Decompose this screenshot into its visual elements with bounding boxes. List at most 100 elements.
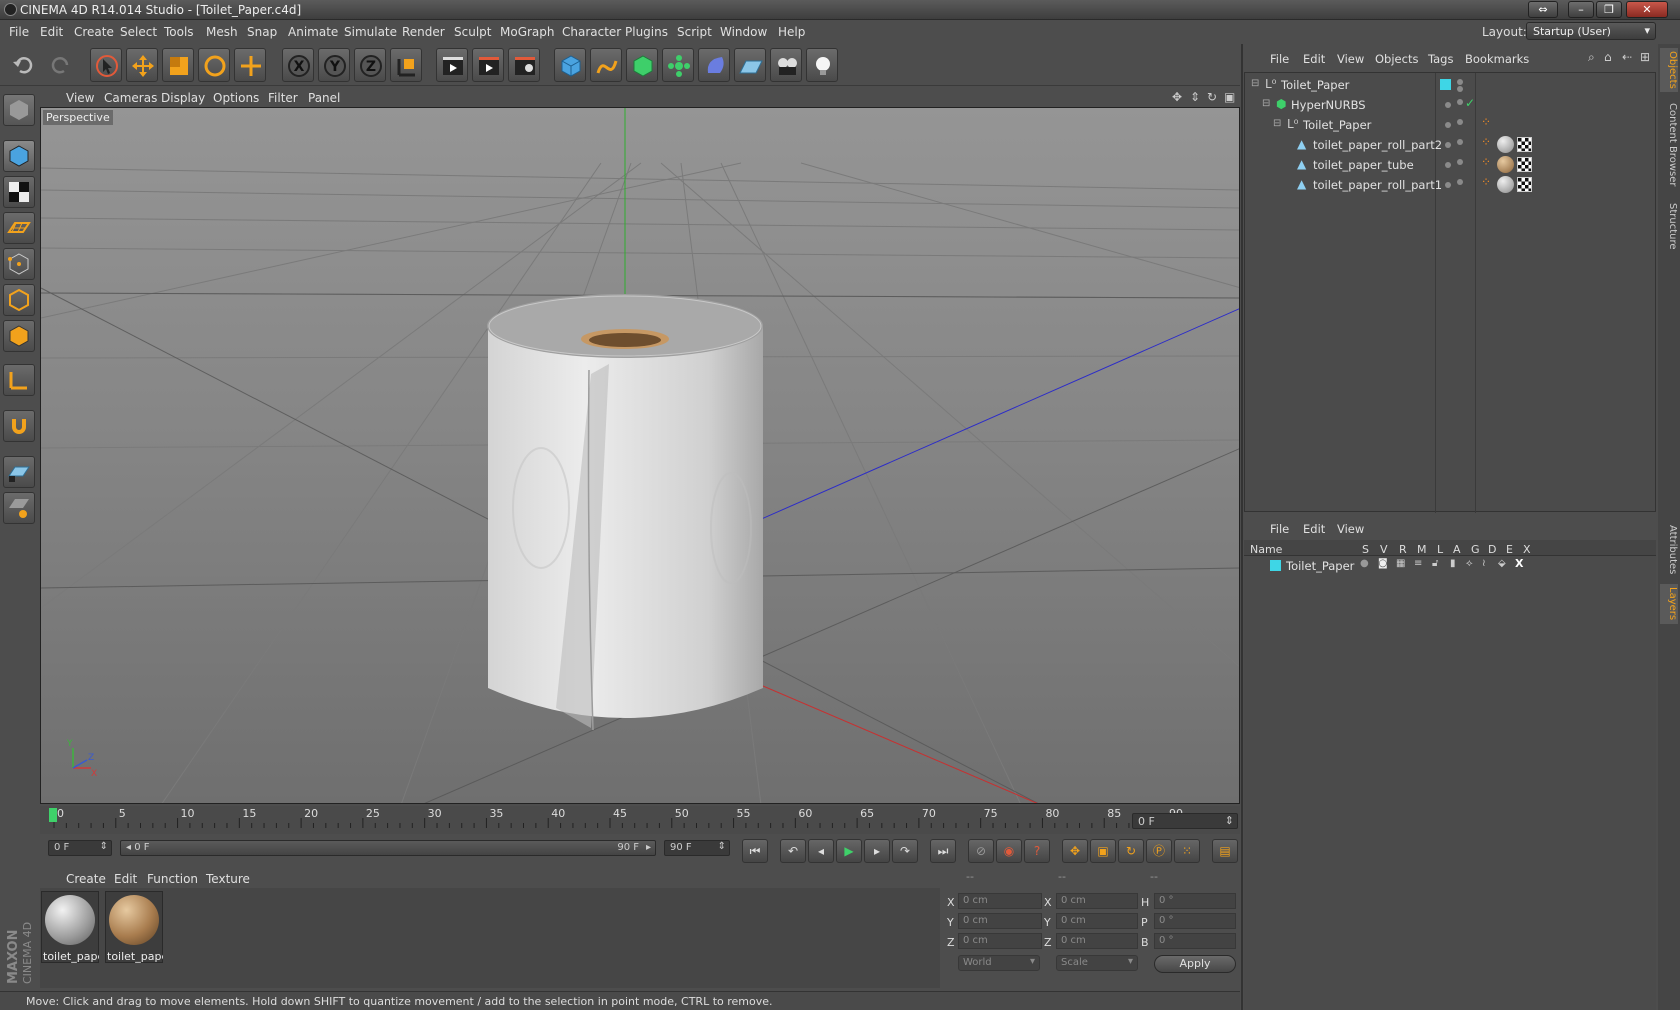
- play-button[interactable]: ▶: [836, 839, 862, 863]
- lm-menu-view[interactable]: View: [1337, 522, 1364, 536]
- expressions-toggle-icon[interactable]: ⬙: [1498, 558, 1506, 569]
- om-menu-view[interactable]: View: [1337, 52, 1364, 66]
- render-visibility-dot[interactable]: [1457, 159, 1463, 165]
- go-to-start-button[interactable]: ⏮: [742, 839, 768, 863]
- lm-menu-edit[interactable]: Edit: [1303, 522, 1325, 536]
- z-axis-lock-button[interactable]: Z: [354, 48, 386, 82]
- manager-toggle-icon[interactable]: ≡: [1414, 558, 1422, 569]
- restore-layout-button[interactable]: ⇔: [1528, 1, 1558, 18]
- add-deformer-button[interactable]: [698, 48, 730, 82]
- layer-row[interactable]: Toilet_Paper ● ◙ ▦ ≡ 🔓︎ ▮ ⟡ ≀ ⬙ X: [1244, 556, 1656, 576]
- autokeying-button[interactable]: ◉: [996, 839, 1022, 863]
- render-to-picture-viewer-button[interactable]: [472, 48, 504, 82]
- om-menu-edit[interactable]: Edit: [1303, 52, 1325, 66]
- snap-button[interactable]: [3, 410, 35, 442]
- make-editable-button[interactable]: [3, 94, 35, 126]
- render-toggle-icon[interactable]: ▦: [1396, 558, 1405, 569]
- redo-button[interactable]: [44, 48, 76, 82]
- selection-tag-icon[interactable]: ⁘: [1481, 135, 1491, 149]
- material-menu-edit[interactable]: Edit: [114, 872, 137, 886]
- viewport-menu-view[interactable]: View: [66, 91, 94, 105]
- viewport-move-icon[interactable]: ✥: [1172, 90, 1182, 104]
- object-row-hypernurbs[interactable]: ⊟ ⬢ HyperNURBS ✓: [1245, 95, 1657, 115]
- close-button[interactable]: ✕: [1626, 1, 1668, 18]
- current-frame-field[interactable]: 0 F ⇕: [1132, 813, 1238, 829]
- render-visibility-dot[interactable]: [1457, 139, 1463, 145]
- xref-toggle-icon[interactable]: X: [1515, 557, 1523, 570]
- position-x-field[interactable]: 0 cm: [958, 893, 1042, 909]
- model-mode-button[interactable]: [3, 140, 35, 172]
- add-spline-button[interactable]: [590, 48, 622, 82]
- material-menu-texture[interactable]: Texture: [206, 872, 250, 886]
- menu-tools[interactable]: Tools: [164, 25, 194, 39]
- material-swatch[interactable]: toilet_paper: [105, 891, 163, 963]
- viewport-menu-cameras[interactable]: Cameras: [104, 91, 157, 105]
- previous-frame-button[interactable]: ◂: [808, 839, 834, 863]
- live-selection-button[interactable]: [90, 48, 122, 82]
- om-menu-objects[interactable]: Objects: [1375, 52, 1418, 66]
- object-row-toilet-paper[interactable]: ⊟ L⁰ Toilet_Paper: [1245, 75, 1657, 95]
- y-axis-lock-button[interactable]: Y: [318, 48, 350, 82]
- add-camera-button[interactable]: [770, 48, 802, 82]
- size-z-field[interactable]: 0 cm: [1056, 933, 1138, 949]
- transform-tool-button[interactable]: [234, 48, 266, 82]
- coordinate-mode-select[interactable]: World ▾: [958, 955, 1040, 971]
- points-mode-button[interactable]: [3, 248, 35, 280]
- rotation-p-field[interactable]: 0 °: [1154, 913, 1236, 929]
- add-nurbs-button[interactable]: [626, 48, 658, 82]
- viewport-menu-filter[interactable]: Filter: [268, 91, 298, 105]
- coordinate-system-button[interactable]: [390, 48, 422, 82]
- menu-render[interactable]: Render: [402, 25, 445, 39]
- start-frame-field[interactable]: 0 F ⇕: [48, 840, 112, 856]
- record-keys-button[interactable]: ⊘: [968, 839, 994, 863]
- new-panel-icon[interactable]: ⊞: [1640, 50, 1650, 64]
- uvw-tag-icon[interactable]: [1517, 177, 1532, 192]
- animation-toggle-icon[interactable]: ▮: [1450, 558, 1456, 569]
- key-scale-button[interactable]: ▣: [1090, 839, 1116, 863]
- tab-content-browser[interactable]: Content Browser: [1660, 100, 1678, 190]
- menu-window[interactable]: Window: [720, 25, 767, 39]
- toilet-paper-model[interactable]: [487, 294, 763, 731]
- rotation-h-field[interactable]: 0 °: [1154, 893, 1236, 909]
- render-visibility-dot[interactable]: [1457, 86, 1463, 92]
- previous-key-button[interactable]: ↶: [780, 839, 806, 863]
- next-frame-button[interactable]: ▸: [864, 839, 890, 863]
- render-settings-button[interactable]: [508, 48, 540, 82]
- texture-mode-button[interactable]: [3, 176, 35, 208]
- collapse-icon[interactable]: ⊟: [1262, 98, 1270, 109]
- menu-script[interactable]: Script: [677, 25, 712, 39]
- key-position-button[interactable]: ✥: [1062, 839, 1088, 863]
- position-y-field[interactable]: 0 cm: [958, 913, 1042, 929]
- add-array-button[interactable]: [662, 48, 694, 82]
- x-axis-lock-button[interactable]: X: [282, 48, 314, 82]
- object-row-toilet-paper-child[interactable]: ⊟ L⁰ Toilet_Paper ⁘: [1245, 115, 1657, 135]
- selection-tag-icon[interactable]: ⁘: [1481, 115, 1491, 129]
- layer-color-chip[interactable]: [1270, 560, 1281, 571]
- material-tag-icon[interactable]: [1497, 176, 1514, 193]
- editor-visibility-dot[interactable]: [1457, 79, 1463, 85]
- align-workplane-button[interactable]: [3, 492, 35, 524]
- lock-workplane-button[interactable]: [3, 456, 35, 488]
- keyframe-selection-button[interactable]: ?: [1024, 839, 1050, 863]
- menu-simulate[interactable]: Simulate: [344, 25, 397, 39]
- undo-button[interactable]: [8, 48, 40, 82]
- material-swatch[interactable]: toilet_paper: [41, 891, 99, 963]
- menu-character[interactable]: Character: [562, 25, 621, 39]
- tab-attributes[interactable]: Attributes: [1660, 520, 1678, 580]
- selection-tag-icon[interactable]: ⁘: [1481, 175, 1491, 189]
- workplane-mode-button[interactable]: [3, 212, 35, 244]
- tab-layers[interactable]: Layers: [1660, 584, 1678, 624]
- move-tool-button[interactable]: [126, 48, 158, 82]
- layout-select[interactable]: Startup (User) ▾: [1526, 22, 1656, 40]
- menu-plugins[interactable]: Plugins: [625, 25, 668, 39]
- menu-create[interactable]: Create: [74, 25, 114, 39]
- menu-snap[interactable]: Snap: [247, 25, 277, 39]
- edges-mode-button[interactable]: [3, 284, 35, 316]
- viewport-rotate-icon[interactable]: ↻: [1207, 90, 1217, 104]
- view-toggle-icon[interactable]: ◙: [1378, 558, 1388, 569]
- home-icon[interactable]: ⌂: [1604, 50, 1612, 64]
- end-frame-field[interactable]: 90 F ⇕: [664, 840, 730, 856]
- viewport-menu-panel[interactable]: Panel: [308, 91, 340, 105]
- viewport-maximize-icon[interactable]: ▣: [1224, 90, 1235, 104]
- viewport-zoom-icon[interactable]: ⇕: [1190, 90, 1200, 104]
